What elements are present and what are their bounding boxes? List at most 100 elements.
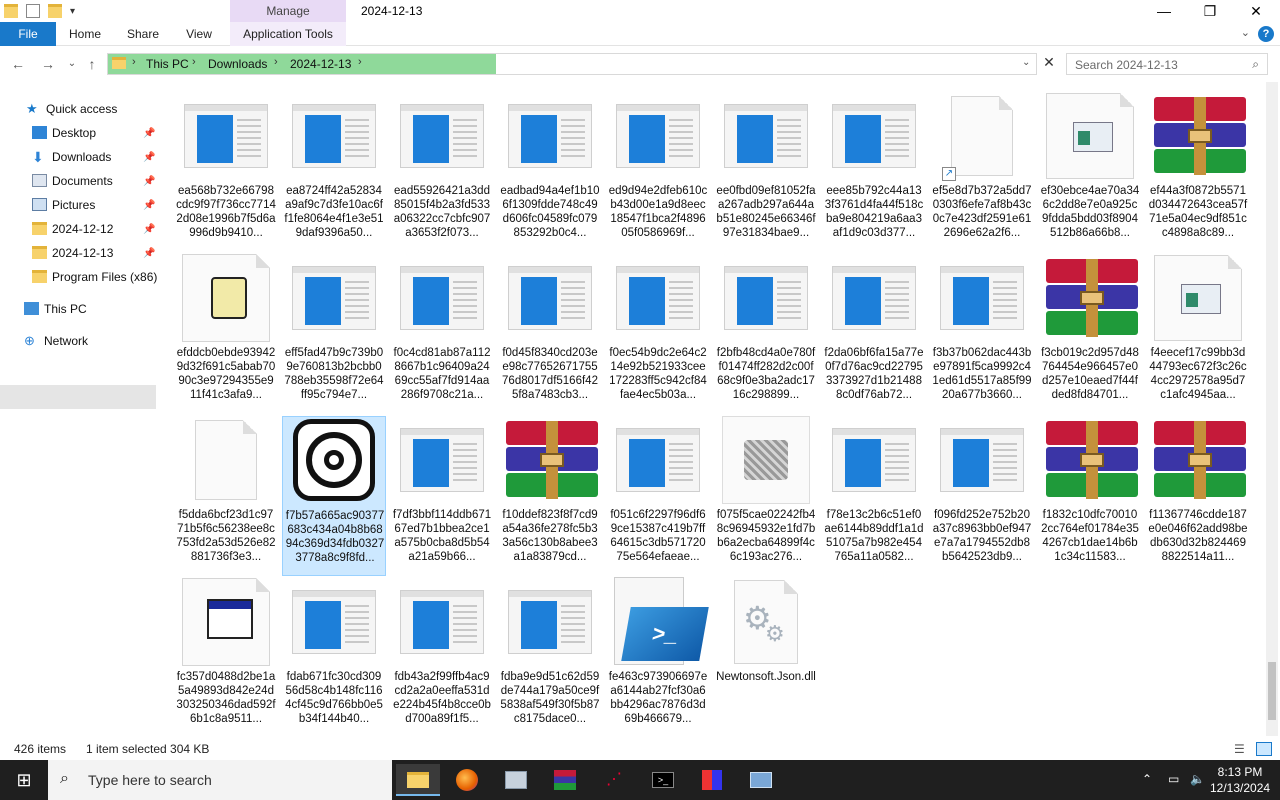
app-icon[interactable] [690,764,734,796]
file-tile[interactable]: fdba9e9d51c62d59de744a179a50ce9f5838af54… [498,578,602,736]
file-tile[interactable]: f78e13c2b6c51ef0ae6144b89ddf1a1d51075a7b… [822,416,926,576]
file-tile[interactable]: f7df3bbf114ddb67167ed7b1bbea2ce1a575b0cb… [390,416,494,576]
large-icons-view-icon[interactable] [1256,742,1272,756]
file-name: ead55926421a3dd85015f4b2a3fd533a06322cc7… [393,185,491,239]
clock-time: 8:13 PM [1217,765,1263,779]
recent-locations-button[interactable]: ⌄ [62,54,82,74]
minimize-button[interactable]: — [1141,0,1187,22]
sidebar-item-desktop[interactable]: Desktop [32,122,160,144]
rdp-icon[interactable] [739,764,783,796]
firefox-icon[interactable] [445,764,489,796]
file-tile[interactable]: ef44a3f0872b5571d034472643cea57f71e5a04e… [1146,92,1250,252]
tool-icon[interactable]: ⋰ [592,764,636,796]
file-tile[interactable]: f10ddef823f8f7cd9a54a36fe278fc5b33a56c13… [498,416,602,576]
file-tile[interactable]: f2bfb48cd4a0e780ff01474ff282d2c00f68c9f0… [714,254,818,414]
network-status-icon[interactable]: ▭ [1168,772,1179,786]
qat-dropdown-icon[interactable]: ▾ [70,6,75,17]
file-explorer-icon[interactable] [396,764,440,796]
file-tile-selected[interactable]: f7b57a665ac90377683c434a04b8b6894c369d34… [282,416,386,576]
file-tile[interactable]: ea8724ff42a52834a9af9c7d3fe10ac6ff1fe806… [282,92,386,252]
system-clock[interactable]: 8:13 PM 12/13/2024 [1210,764,1270,796]
pin-icon[interactable]: 📌 [143,200,155,211]
sidebar-item-pictures[interactable]: Pictures [32,194,160,216]
volume-icon[interactable]: 🔈 [1190,772,1205,786]
back-button[interactable]: ← [8,54,28,74]
show-hidden-icons-icon[interactable]: ⌃ [1142,772,1152,786]
tab-home[interactable]: Home [60,22,110,46]
breadcrumb-this-pc[interactable]: This PC [146,57,189,71]
maximize-button[interactable]: ❐ [1187,0,1233,22]
file-tile[interactable]: f0d45f8340cd203ee98c7765267175576d8017df… [498,254,602,414]
taskbar-search[interactable]: ⌕ Type here to search [48,760,392,800]
file-tile[interactable]: f1832c10dfc700102cc764ef01784e354267cb1d… [1038,416,1142,576]
file-tile[interactable]: f0c4cd81ab87a1128667b1c96409a2469cc55af7… [390,254,494,414]
pin-icon[interactable]: 📌 [143,176,155,187]
application-window-icon [940,428,1024,492]
address-bar[interactable]: › This PC › Downloads › 2024-12-13 › [107,53,1037,75]
manage-context-tab[interactable]: Manage [230,0,346,22]
sidebar-item-downloads[interactable]: ⬇ Downloads [32,146,160,168]
address-dropdown-icon[interactable]: ⌄ [1022,57,1030,68]
file-tile[interactable]: f3cb019c2d957d48764454e966457e0d257e10ea… [1038,254,1142,414]
sidebar-item-program-files-x86[interactable]: Program Files (x86) [32,266,160,288]
file-tile[interactable]: f3b37b062dac443be97891f5ca9992c41ed61d55… [930,254,1034,414]
file-tile[interactable]: >_ fe463c973906697ea6144ab27fcf30a6bb4296… [606,577,710,736]
file-tile[interactable]: fc357d0488d2be1a5a49893d842e24d303250346… [174,578,278,736]
file-tile[interactable]: f051c6f2297f96df69ce15387c419b7ff64615c3… [606,416,710,576]
pin-icon[interactable]: 📌 [143,224,155,235]
file-tile[interactable]: ⚙ ⚙ Newtonsoft.Json.dll [714,578,818,736]
file-tile[interactable]: f2da06bf6fa15a77e0f7d76ac9cd227953373927… [822,254,926,414]
folder-icon[interactable] [4,4,18,18]
start-button[interactable]: ⊞ [0,760,48,800]
tab-application-tools[interactable]: Application Tools [230,22,346,46]
breadcrumb-downloads[interactable]: Downloads [208,57,267,71]
file-tile[interactable]: ed9d94e2dfeb610cb43d00e1a9d8eec18547f1bc… [606,92,710,252]
file-tile[interactable]: fdab671fc30cd30956d58c4b148fc1164cf45c9d… [282,578,386,736]
sidebar-item-2024-12-12[interactable]: 2024-12-12 [32,218,160,240]
terminal-icon[interactable]: >_ [641,764,685,796]
pin-icon[interactable]: 📌 [143,248,155,259]
sidebar-item-documents[interactable]: Documents [32,170,160,192]
file-tile[interactable]: ead55926421a3dd85015f4b2a3fd533a06322cc7… [390,92,494,252]
up-button[interactable]: ↑ [82,54,102,74]
winrar-icon[interactable] [543,764,587,796]
file-tile[interactable]: ea568b732e66798cdc9f97f736cc77142d08e199… [174,92,278,252]
file-tile[interactable]: eee85b792c44a133f3761d4fa44f518cba9e8042… [822,92,926,252]
new-folder-icon[interactable] [48,4,62,18]
file-tile[interactable]: ee0fbd09ef81052faa267adb297a644ab51e8024… [714,92,818,252]
forward-button[interactable]: → [38,54,58,74]
file-tile[interactable]: f11367746cdde187e0e046f62add98bedb630d32… [1146,416,1250,576]
tab-file[interactable]: File [0,22,56,46]
window-image-icon [1046,93,1134,179]
pin-icon[interactable]: 📌 [143,128,155,139]
pin-icon[interactable]: 📌 [143,152,155,163]
close-button[interactable]: ✕ [1233,0,1279,22]
properties-icon[interactable] [26,4,40,18]
file-tile[interactable]: f075f5cae02242fb48c96945932e1fd7bb6a2ecb… [714,416,818,576]
file-tile[interactable]: ↗ ef5e8d7b372a5dd70303f6efe7af8b43c0c7e42… [930,92,1034,252]
file-tile[interactable]: fdb43a2f99ffb4ac9cd2a2a0eeffa531de224b45… [390,578,494,736]
file-tile[interactable]: eff5fad47b9c739b09e760813b2bcbb0788eb355… [282,254,386,414]
clear-address-button[interactable]: ✕ [1040,54,1058,74]
sidebar-item-2024-12-13[interactable]: 2024-12-13 [32,242,160,264]
file-tile[interactable]: f5dda6bcf23d1c9771b5f6c56238ee8c753fd2a5… [174,416,278,576]
tab-view[interactable]: View [176,22,222,46]
details-view-icon[interactable]: ☰ [1234,742,1245,756]
ribbon-expand-icon[interactable]: ⌄ [1241,26,1250,39]
help-icon[interactable]: ? [1258,26,1274,42]
file-tile[interactable]: ef30ebce4ae70a346c2dd8e7e0a925c9fdda5bdd… [1038,92,1142,252]
file-tile[interactable]: f0ec54b9dc2e64c214e92b521933cee172283ff5… [606,254,710,414]
file-thumbnail [182,420,270,500]
breadcrumb-current[interactable]: 2024-12-13 [290,57,351,71]
tab-share[interactable]: Share [118,22,168,46]
file-thumbnail [506,421,598,499]
file-tile[interactable]: f096fd252e752b20a37c8963bb0ef947e7a7a179… [930,416,1034,576]
vertical-scrollbar[interactable] [1266,82,1278,736]
network-tool-icon[interactable] [494,764,538,796]
scrollbar-thumb[interactable] [1268,662,1276,720]
search-input[interactable]: Search 2024-12-13 ⌕ [1066,53,1268,75]
file-tile[interactable]: eadbad94a4ef1b106f1309fdde748c49d606fc04… [498,92,602,252]
file-thumbnail [398,584,486,660]
file-tile[interactable]: f4eecef17c99bb3d44793ec672f3c26c4cc29725… [1146,254,1250,414]
file-tile[interactable]: efddcb0ebde939429d32f691c5abab7090c3e972… [174,254,278,414]
